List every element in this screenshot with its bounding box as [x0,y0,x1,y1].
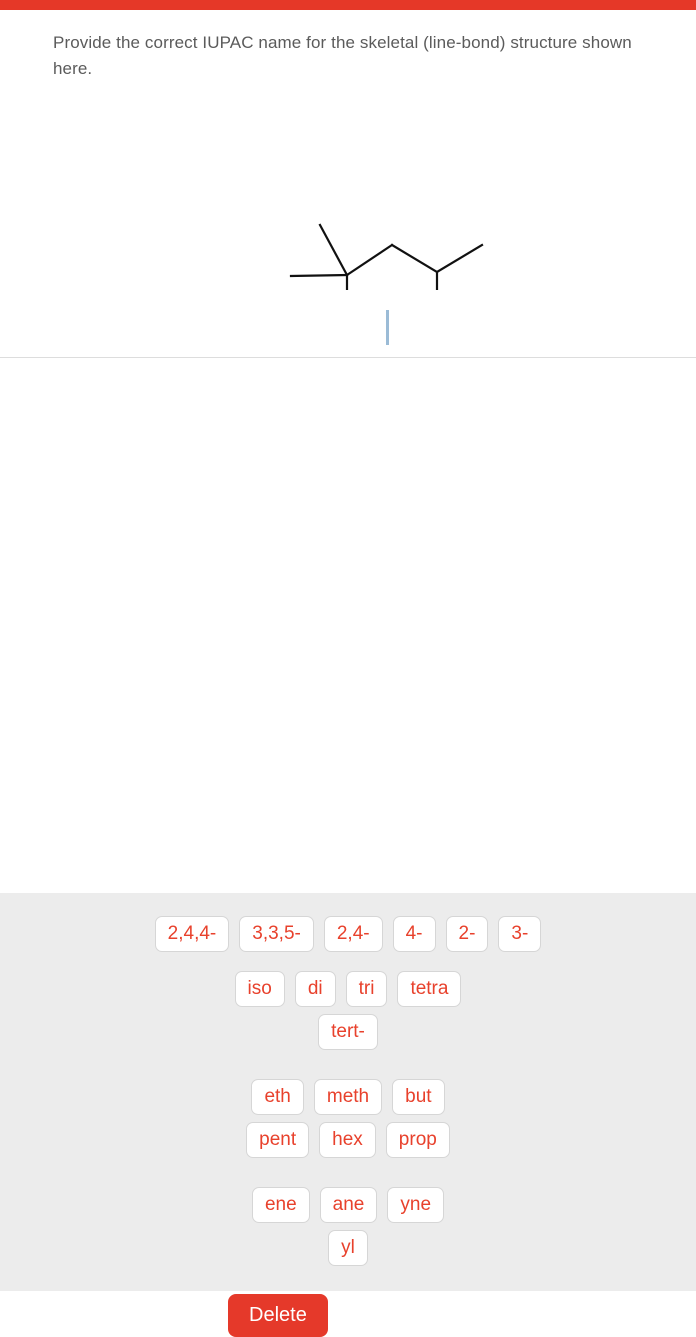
question-content-area: Provide the correct IUPAC name for the s… [0,10,696,893]
skeletal-structure-figure [0,100,696,290]
answer-input-area[interactable] [0,300,696,360]
key-meth[interactable]: meth [313,1079,383,1115]
key-pent[interactable]: pent [246,1122,310,1158]
key-row: eth meth but [0,1079,696,1115]
question-prompt: Provide the correct IUPAC name for the s… [53,33,632,78]
key-eth[interactable]: eth [251,1079,304,1115]
key-2-4[interactable]: 2,4- [323,916,383,952]
delete-row: Delete [0,1294,696,1337]
bond-line [390,243,439,274]
top-accent-bar [0,0,696,10]
key-ane[interactable]: ane [319,1187,378,1223]
key-2[interactable]: 2- [445,916,489,952]
locant-keys: 2,4,4- 3,3,5- 2,4- 4- 2- 3- [0,916,696,952]
key-but[interactable]: but [392,1079,445,1115]
key-3-3-5[interactable]: 3,3,5- [239,916,314,952]
key-row: iso di tri tetra [0,971,696,1007]
key-groups-container: 2,4,4- 3,3,5- 2,4- 4- 2- 3- iso di tri tetra tert-… [0,916,696,1266]
bond-line [318,223,349,277]
stem-keys: eth meth but pent hex prop [0,1079,696,1158]
suffix-keys: ene ane yne yl [0,1187,696,1266]
bond-line [435,243,484,274]
key-prop[interactable]: prop [385,1122,450,1158]
key-row: tert- [0,1014,696,1050]
skeletal-structure-svg [289,223,484,290]
bond-line [345,243,394,277]
key-row: 2,4,4- 3,3,5- 2,4- 4- 2- 3- [0,916,696,952]
key-row: ene ane yne [0,1187,696,1223]
key-yne[interactable]: yne [387,1187,445,1223]
key-yl[interactable]: yl [328,1230,368,1266]
answer-keyboard: 2,4,4- 3,3,5- 2,4- 4- 2- 3- iso di tri tetra tert-… [0,893,696,1337]
multiplier-keys: iso di tri tetra tert- [0,971,696,1050]
key-4[interactable]: 4- [392,916,436,952]
key-tri[interactable]: tri [345,971,388,1007]
key-row: pent hex prop [0,1122,696,1158]
answer-divider [0,357,696,358]
bond-line [289,273,349,278]
delete-button[interactable]: Delete [228,1294,328,1337]
key-di[interactable]: di [294,971,336,1007]
key-3[interactable]: 3- [498,916,542,952]
key-row: yl [0,1230,696,1266]
key-iso[interactable]: iso [234,971,285,1007]
key-tert[interactable]: tert- [318,1014,378,1050]
key-hex[interactable]: hex [319,1122,376,1158]
key-2-4-4[interactable]: 2,4,4- [154,916,230,952]
text-caret [386,310,389,345]
key-ene[interactable]: ene [251,1187,310,1223]
key-tetra[interactable]: tetra [397,971,462,1007]
